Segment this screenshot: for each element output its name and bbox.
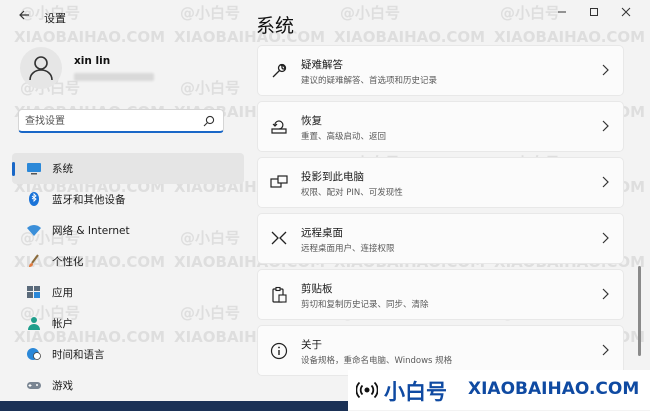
card-remote-desktop[interactable]: 远程桌面 远程桌面用户、连接权限 [257,213,624,264]
sidebar-item-label: 网络 & Internet [52,225,130,237]
card-clipboard[interactable]: 剪贴板 剪切和复制历史记录、同步、清除 [257,269,624,320]
sidebar-item-system[interactable]: 系统 [12,153,244,184]
minimize-icon [558,11,566,13]
scrollbar-thumb[interactable] [638,266,641,356]
card-troubleshoot[interactable]: 疑难解答 建议的疑难解答、首选项和历史记录 [257,45,624,96]
sidebar-item-label: 游戏 [52,380,73,392]
card-title: 关于 [301,339,322,351]
sidebar-nav: 系统 蓝牙和其他设备 网络 & Internet 个性化 应用 帐户 时间和语言 [12,153,244,401]
sidebar-item-apps[interactable]: 应用 [12,277,244,308]
chevron-right-icon [602,64,609,76]
desktop-background [0,401,348,411]
card-description: 剪切和复制历史记录、同步、清除 [301,300,429,310]
broadcast-icon [356,381,378,399]
sidebar-item-label: 个性化 [52,256,84,268]
settings-window: @小白号 XIAOBAIHAO.COM @小白号 XIAOBAIHAO.COM @小白号… [0,0,650,411]
card-title: 剪贴板 [301,283,333,295]
watermark-brand: 小白号 XIAOBAIHAO.COM [348,370,650,410]
apps-icon [27,286,40,298]
chevron-right-icon [602,344,609,356]
bluetooth-icon [29,192,39,206]
maximize-icon [590,8,598,16]
account-icon [28,317,40,330]
system-monitor-icon [27,163,41,175]
user-icon [29,56,53,81]
avatar [20,47,62,89]
card-title: 远程桌面 [301,227,343,239]
card-about[interactable]: 关于 设备规格，重命名电脑、Windows 规格 [257,325,624,376]
search-input[interactable] [25,113,195,129]
page-title: 系统 [256,15,295,37]
card-title: 投影到此电脑 [301,171,364,183]
search-icon[interactable] [203,115,215,127]
settings-card-list: 疑难解答 建议的疑难解答、首选项和历史记录 恢复 重置、高级启动、返回 投影到此… [257,45,624,381]
sidebar-item-accounts[interactable]: 帐户 [12,308,244,339]
user-email-redacted [74,73,154,81]
sidebar-item-label: 应用 [52,287,73,299]
sidebar-item-bluetooth[interactable]: 蓝牙和其他设备 [12,184,244,215]
sidebar-item-label: 蓝牙和其他设备 [52,194,126,206]
brand-en-text: XIAOBAIHAO.COM [468,379,640,399]
card-description: 远程桌面用户、连接权限 [301,244,395,254]
brush-icon [29,254,39,267]
close-button[interactable] [612,4,640,24]
sidebar-item-gaming[interactable]: 游戏 [12,370,244,401]
close-icon [621,7,631,17]
sidebar-item-label: 系统 [52,163,73,175]
card-recovery[interactable]: 恢复 重置、高级启动、返回 [257,101,624,152]
project-icon [270,175,288,188]
app-title: 设置 [44,12,66,25]
gamepad-icon [27,382,41,389]
user-name: xin lin [74,55,111,67]
minimize-button[interactable] [548,4,576,24]
chevron-right-icon [602,120,609,132]
sidebar-item-time-language[interactable]: 时间和语言 [12,339,244,370]
globe-clock-icon [27,348,41,360]
remote-desktop-icon [271,231,287,245]
search-box[interactable] [18,109,224,133]
info-icon [270,342,288,360]
sidebar-item-network[interactable]: 网络 & Internet [12,215,244,246]
wrench-icon [272,63,287,78]
chevron-right-icon [602,232,609,244]
maximize-button[interactable] [580,4,608,24]
clipboard-icon [272,286,287,303]
card-description: 重置、高级启动、返回 [301,132,387,142]
card-title: 疑难解答 [301,59,343,71]
network-wifi-icon [27,225,41,236]
user-profile[interactable]: xin lin [20,47,250,97]
card-description: 权限、配对 PIN、可发现性 [301,188,403,198]
card-project-to-pc[interactable]: 投影到此电脑 权限、配对 PIN、可发现性 [257,157,624,208]
sidebar-item-label: 帐户 [52,318,73,330]
arrow-left-icon [19,10,29,20]
recovery-icon [271,120,287,134]
card-description: 设备规格，重命名电脑、Windows 规格 [301,356,453,366]
title-bar: 设置 [0,0,650,34]
card-title: 恢复 [301,115,322,127]
sidebar-item-personalization[interactable]: 个性化 [12,246,244,277]
brand-cn-text: 小白号 [384,380,447,404]
card-description: 建议的疑难解答、首选项和历史记录 [301,76,438,86]
back-button[interactable] [14,8,34,26]
chevron-right-icon [602,176,609,188]
chevron-right-icon [602,288,609,300]
sidebar-item-label: 时间和语言 [52,349,105,361]
